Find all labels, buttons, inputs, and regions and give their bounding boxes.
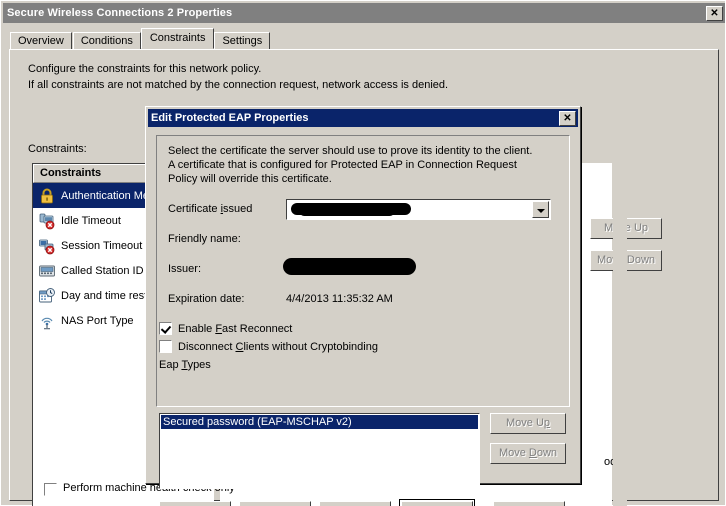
checkbox-checked-icon (159, 322, 172, 335)
ok-button[interactable]: OK (401, 501, 473, 506)
tab-settings[interactable]: Settings (214, 32, 271, 49)
edit-protected-eap-properties-dialog: Edit Protected EAP Properties ✕ Select t… (145, 106, 581, 506)
chevron-down-icon[interactable] (532, 201, 549, 218)
expiration-date-label: Expiration date: (168, 293, 245, 305)
disconnect-clients-label: Disconnect Clients without Cryptobinding (178, 340, 378, 353)
wireless-tower-icon (38, 312, 56, 330)
move-up-button[interactable]: Move Up (490, 413, 566, 434)
friendly-name-label: Friendly name: (168, 233, 241, 245)
sidebar-item-label: NAS Port Type (61, 314, 134, 327)
close-icon[interactable]: ✕ (706, 5, 723, 21)
page-description-line-1: Configure the constraints for this netwo… (28, 63, 262, 75)
dialog-title: Edit Protected EAP Properties (151, 112, 309, 124)
certificate-issued-label: Certificate issued (168, 203, 253, 215)
dialog-description-line-2: A certificate that is configured for Pro… (168, 159, 517, 171)
checkbox-unchecked-icon (159, 340, 172, 353)
idle-timeout-icon (38, 212, 56, 230)
tab-strip: Overview Conditions Constraints Settings (10, 28, 271, 49)
list-item[interactable]: Secured password (EAP-MSCHAP v2) (161, 415, 478, 429)
sidebar-item-label: Authentication Met (61, 189, 153, 202)
vertical-scrollbar[interactable] (613, 163, 627, 506)
add-button[interactable]: Add (159, 501, 231, 506)
session-timeout-icon (38, 237, 56, 255)
redacted-certificate-value-overflow (299, 205, 395, 216)
issuer-label: Issuer: (168, 263, 202, 275)
edit-button[interactable]: Edit (239, 501, 311, 506)
tab-constraints[interactable]: Constraints (140, 28, 215, 49)
remove-button[interactable]: Remove (319, 501, 391, 506)
eap-types-label: Eap Types (159, 359, 211, 371)
dialog-description-line-3: Policy will override this certificate. (168, 173, 332, 185)
padlock-icon (38, 187, 56, 205)
close-icon[interactable]: ✕ (559, 110, 576, 126)
enable-fast-reconnect-checkbox[interactable]: Enable Fast Reconnect (159, 322, 292, 335)
disconnect-clients-checkbox[interactable]: Disconnect Clients without Cryptobinding (159, 340, 378, 353)
certificate-issued-dropdown[interactable] (286, 199, 551, 220)
tab-overview[interactable]: Overview (10, 32, 72, 49)
calendar-clock-icon (38, 287, 56, 305)
expiration-date-value: 4/4/2013 11:35:32 AM (286, 293, 393, 305)
sidebar-item-label: Session Timeout (61, 239, 143, 252)
window-titlebar: Secure Wireless Connections 2 Properties… (3, 3, 725, 23)
machine-health-checkbox[interactable] (44, 483, 57, 496)
dialog-description-line-1: Select the certificate the server should… (168, 145, 533, 157)
ok-button-default-frame: OK (399, 499, 475, 506)
move-down-button[interactable]: Move Down (490, 443, 566, 464)
telephone-icon (38, 262, 56, 280)
tab-conditions[interactable]: Conditions (72, 32, 141, 49)
cancel-button[interactable]: Cancel (493, 501, 565, 506)
page-description-line-2: If all constraints are not matched by th… (28, 79, 449, 91)
constraints-list-label: Constraints: (28, 143, 87, 155)
eap-types-list[interactable]: Secured password (EAP-MSCHAP v2) (159, 413, 480, 489)
redacted-issuer-value (283, 258, 416, 275)
screen-root: Secure Wireless Connections 2 Properties… (0, 0, 726, 506)
dialog-titlebar: Edit Protected EAP Properties ✕ (148, 109, 578, 127)
sidebar-item-label: Idle Timeout (61, 214, 121, 227)
window-title: Secure Wireless Connections 2 Properties (7, 7, 233, 19)
sidebar-item-label: Called Station ID (61, 264, 144, 277)
enable-fast-reconnect-label: Enable Fast Reconnect (178, 322, 293, 335)
